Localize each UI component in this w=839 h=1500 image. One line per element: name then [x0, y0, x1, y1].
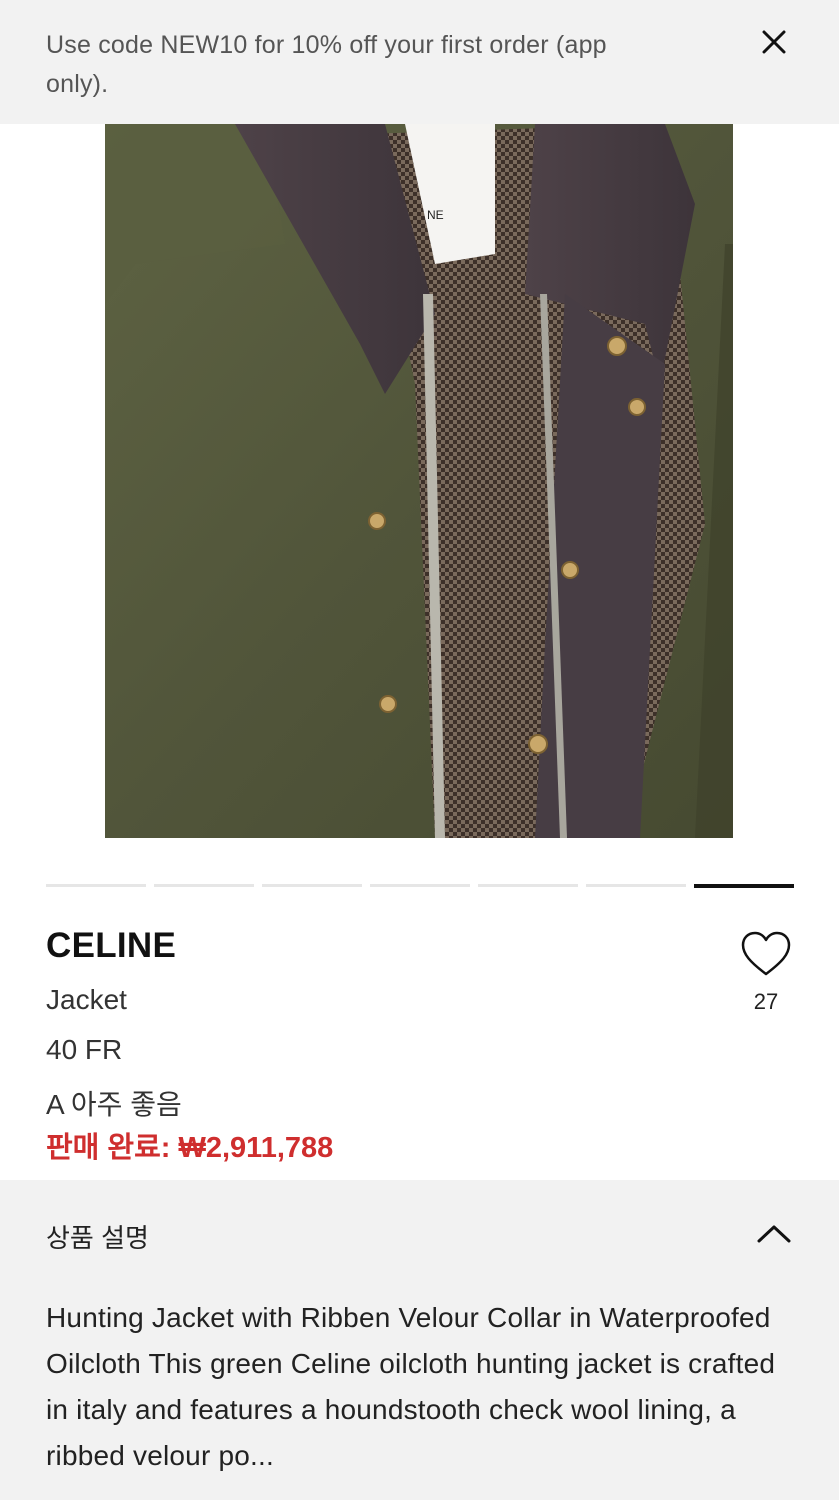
brand-name[interactable]: CELINE	[46, 926, 176, 966]
carousel-segment[interactable]	[154, 884, 254, 887]
close-icon	[762, 30, 786, 54]
product-name: Jacket	[46, 984, 127, 1015]
description-text: Hunting Jacket with Ribben Velour Collar…	[46, 1302, 776, 1471]
description-section: 상품 설명 Hunting Jacket with Ribben Velour …	[0, 1180, 839, 1500]
product-photo[interactable]: NE	[105, 124, 733, 838]
description-toggle[interactable]: 상품 설명	[0, 1180, 839, 1290]
sold-price: 판매 완료: ₩2,911,788	[46, 1132, 334, 1164]
promo-message: Use code NEW10 for 10% off your first or…	[46, 31, 607, 98]
carousel-segment[interactable]	[694, 884, 794, 888]
heart-outline-icon	[741, 931, 791, 976]
product-condition: A 아주 좋음	[46, 1089, 182, 1120]
wishlist-button[interactable]	[740, 930, 792, 978]
image-carousel-indicator	[46, 884, 794, 888]
close-button[interactable]	[754, 22, 794, 62]
carousel-segment[interactable]	[478, 884, 578, 887]
product-size: 40 FR	[46, 1034, 123, 1065]
wishlist-count: 27	[753, 989, 779, 1014]
garment-label-text: NE	[427, 208, 444, 222]
chevron-up-icon	[756, 1222, 792, 1246]
carousel-segment[interactable]	[586, 884, 686, 887]
carousel-segment[interactable]	[262, 884, 362, 887]
jacket-image: NE	[105, 124, 733, 838]
promo-banner: Use code NEW10 for 10% off your first or…	[0, 0, 839, 124]
description-title: 상품 설명	[46, 1223, 149, 1253]
carousel-segment[interactable]	[370, 884, 470, 887]
carousel-segment[interactable]	[46, 884, 146, 887]
